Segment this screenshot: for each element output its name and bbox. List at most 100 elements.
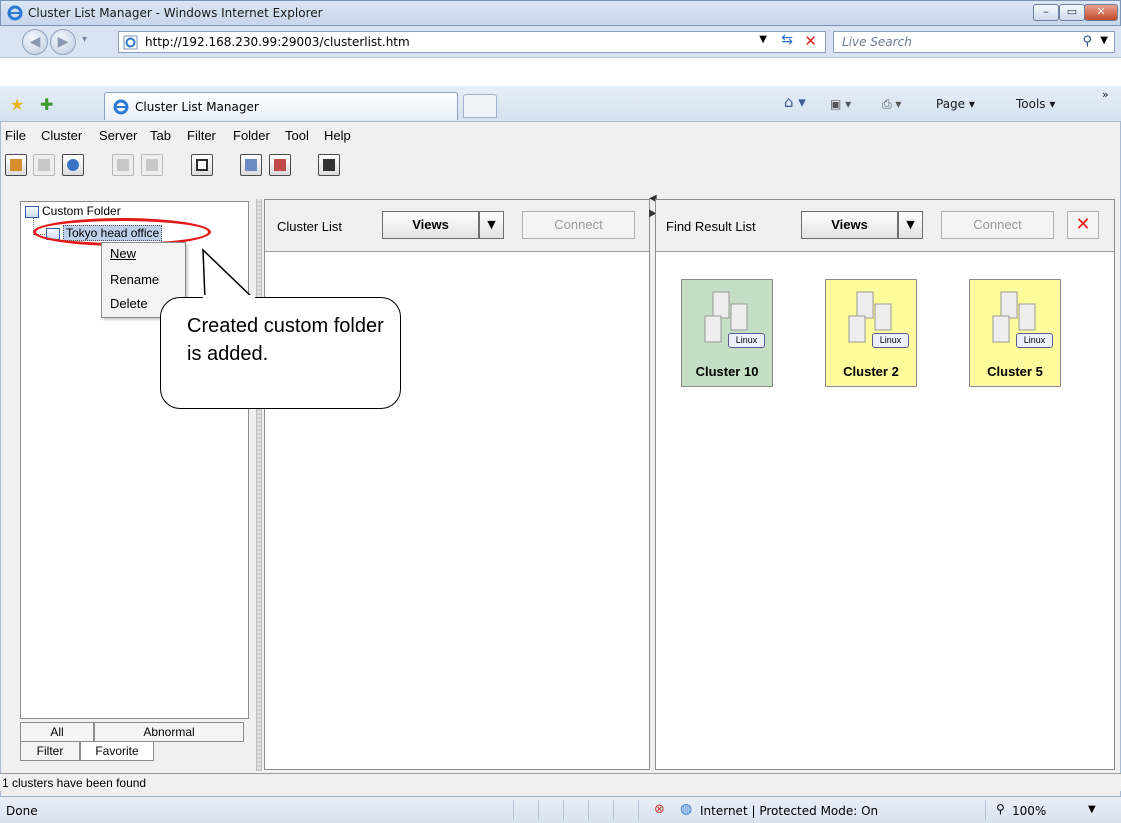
applet-status-bar: 1 clusters have been found xyxy=(0,773,1121,791)
ie-tab-row: ★ ✚ Cluster List Manager ⌂ ▾ ▣ ▾ ⎙ ▾ Pag… xyxy=(0,86,1121,122)
maximize-button[interactable]: ▭ xyxy=(1059,4,1085,21)
zoom-level[interactable]: 100% xyxy=(1012,804,1046,818)
cluster-card[interactable]: Linux Cluster 5 xyxy=(969,279,1061,387)
context-menu-delete[interactable]: Delete xyxy=(110,296,148,311)
chevron-more-icon[interactable]: » xyxy=(1102,88,1109,101)
zoom-dropdown-icon[interactable]: ▼ xyxy=(1088,804,1096,815)
os-badge: Linux xyxy=(872,333,909,348)
status-done: Done xyxy=(6,804,38,818)
menu-cluster[interactable]: Cluster xyxy=(41,128,82,143)
connect-disabled-icon xyxy=(112,154,134,176)
ie-tab-label: Cluster List Manager xyxy=(135,100,259,114)
add-favorites-icon[interactable]: ✚ xyxy=(40,95,53,114)
feeds-icon[interactable]: ▣ ▾ xyxy=(830,97,851,111)
status-separator xyxy=(588,800,589,820)
context-menu-rename[interactable]: Rename xyxy=(110,272,159,287)
search-placeholder: Live Search xyxy=(842,35,912,49)
blocked-popup-icon[interactable]: ⊗ xyxy=(654,802,665,817)
status-separator xyxy=(638,800,639,820)
os-badge: Linux xyxy=(728,333,765,348)
connect-button[interactable]: Connect xyxy=(941,211,1054,239)
close-window-button[interactable]: ✕ xyxy=(1084,4,1118,21)
menu-file[interactable]: File xyxy=(5,128,26,143)
home-icon[interactable]: ⌂ ▾ xyxy=(784,93,806,111)
search-box[interactable]: Live Search ⚲ ▼ xyxy=(833,31,1115,53)
callout-text: Created custom folder is added. xyxy=(187,315,384,365)
minimize-button[interactable]: – xyxy=(1033,4,1059,21)
views-dropdown-icon[interactable]: ▼ xyxy=(479,211,504,239)
history-dropdown-icon[interactable]: ▾ xyxy=(82,34,87,45)
stop-icon[interactable]: ✕ xyxy=(804,32,817,50)
cluster-list-panel: Cluster List Views ▼ Connect xyxy=(264,199,650,770)
ie-tab-cluster-list-manager[interactable]: Cluster List Manager xyxy=(104,92,458,120)
close-find-result-icon[interactable]: ✕ xyxy=(1067,211,1099,239)
address-bar: ◀ ▶ ▾ http://192.168.230.99:29003/cluste… xyxy=(0,26,1121,58)
add-cluster-icon[interactable] xyxy=(5,154,27,176)
back-button[interactable]: ◀ xyxy=(22,29,48,55)
menu-help[interactable]: Help xyxy=(324,128,351,143)
status-separator xyxy=(538,800,539,820)
search-icon[interactable]: ⚲ xyxy=(1082,34,1092,49)
status-separator xyxy=(985,800,986,820)
network-icon[interactable] xyxy=(269,154,291,176)
new-tab-button[interactable] xyxy=(463,94,497,118)
favorites-star-icon[interactable]: ★ xyxy=(10,95,24,114)
tree-root[interactable]: Custom Folder xyxy=(25,204,121,218)
export-icon[interactable] xyxy=(191,154,213,176)
url-text: http://192.168.230.99:29003/clusterlist.… xyxy=(145,35,410,49)
ie-logo-icon xyxy=(7,5,23,21)
ie-status-bar: Done ⊗ ◍ Internet | Protected Mode: On ⚲… xyxy=(0,796,1121,823)
cluster-card[interactable]: Linux Cluster 2 xyxy=(825,279,917,387)
context-menu-new[interactable]: New xyxy=(110,246,136,261)
menu-tab[interactable]: Tab xyxy=(150,128,171,143)
tree-root-label: Custom Folder xyxy=(42,204,121,218)
url-box[interactable]: http://192.168.230.99:29003/clusterlist.… xyxy=(118,31,826,53)
cluster-list-title: Cluster List xyxy=(277,219,343,234)
tab-abnormal[interactable]: Abnormal xyxy=(94,722,244,742)
find-icon[interactable] xyxy=(62,154,84,176)
connect-button[interactable]: Connect xyxy=(522,211,635,239)
cluster-card[interactable]: Linux Cluster 10 xyxy=(681,279,773,387)
tab-filter[interactable]: Filter xyxy=(20,741,80,761)
cluster-name: Cluster 10 xyxy=(695,364,759,379)
refresh-list-icon[interactable] xyxy=(240,154,262,176)
views-dropdown-icon[interactable]: ▼ xyxy=(898,211,923,239)
status-message: 1 clusters have been found xyxy=(2,776,147,790)
views-button[interactable]: Views xyxy=(382,211,479,239)
callout-pointer xyxy=(202,248,257,300)
find-result-title: Find Result List xyxy=(666,219,756,234)
status-separator xyxy=(513,800,514,820)
menu-filter[interactable]: Filter xyxy=(187,128,216,143)
menu-tool[interactable]: Tool xyxy=(285,128,309,143)
tools-menu[interactable]: Tools ▾ xyxy=(1016,97,1055,111)
window-title: Cluster List Manager - Windows Internet … xyxy=(28,6,323,20)
cluster-name: Cluster 2 xyxy=(843,364,899,379)
folder-icon xyxy=(25,205,39,218)
window-titlebar: Cluster List Manager - Windows Internet … xyxy=(0,0,1121,26)
cluster-name: Cluster 5 xyxy=(987,364,1043,379)
alert-icon[interactable] xyxy=(318,154,340,176)
tab-all[interactable]: All xyxy=(20,722,94,742)
search-dropdown-icon[interactable]: ▼ xyxy=(1100,35,1108,46)
disconnect-disabled-icon xyxy=(141,154,163,176)
url-dropdown-icon[interactable]: ▼ xyxy=(759,34,767,45)
find-result-header: Find Result List Views ▼ Connect ✕ xyxy=(656,200,1114,252)
menu-server[interactable]: Server xyxy=(99,128,137,143)
os-badge: Linux xyxy=(1016,333,1053,348)
zoom-icon: ⚲ xyxy=(996,802,1005,816)
page-menu[interactable]: Page ▾ xyxy=(936,97,975,111)
cluster-list-header: Cluster List Views ▼ Connect xyxy=(265,200,649,252)
ie-logo-icon xyxy=(113,99,129,115)
remove-cluster-icon xyxy=(33,154,55,176)
annotation-callout: Created custom folder is added. xyxy=(160,297,401,409)
security-zone[interactable]: Internet | Protected Mode: On xyxy=(700,804,878,818)
views-button[interactable]: Views xyxy=(801,211,898,239)
print-icon[interactable]: ⎙ ▾ xyxy=(882,97,901,112)
status-separator xyxy=(563,800,564,820)
status-separator xyxy=(613,800,614,820)
menu-folder[interactable]: Folder xyxy=(233,128,270,143)
refresh-icon[interactable]: ⇆ xyxy=(781,32,793,48)
callout-pointer-mask xyxy=(203,295,255,301)
tab-favorite[interactable]: Favorite xyxy=(80,741,154,761)
forward-button[interactable]: ▶ xyxy=(50,29,76,55)
